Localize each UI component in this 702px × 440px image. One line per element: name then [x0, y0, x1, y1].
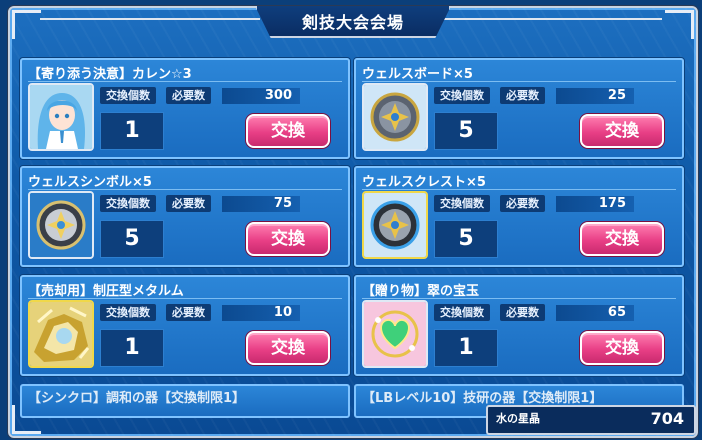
exchange-button[interactable]: 交換 [580, 222, 664, 256]
frame-corner [12, 10, 41, 39]
exchange-quantity[interactable]: 5 [434, 220, 498, 258]
frame-corner [665, 10, 694, 39]
exchange-count-label: 交換個数 [100, 87, 156, 104]
exchange-count-label: 交換個数 [434, 87, 490, 104]
item-name: 【寄り添う決意】カレン☆3 [28, 63, 342, 82]
item-name: 【贈り物】翠の宝玉 [362, 280, 676, 299]
exchange-button[interactable]: 交換 [580, 331, 664, 365]
item-name: ウェルスシンボル×5 [28, 171, 342, 190]
shop-item-card: ウェルスクレスト×5 交換個数 必要数 175 5 交換 [354, 166, 684, 267]
exchange-quantity[interactable]: 1 [434, 329, 498, 367]
required-count-label: 必要数 [166, 304, 211, 321]
shop-item-card: 【寄り添う決意】カレン☆3 交換個数 必要数 300 1 交換 [20, 58, 350, 159]
metallum-icon [28, 300, 94, 368]
exchange-count-label: 交換個数 [434, 304, 490, 321]
exchange-button[interactable]: 交換 [246, 114, 330, 148]
wealth-crest-icon [362, 191, 428, 259]
required-count-value: 10 [222, 305, 300, 321]
required-count-label: 必要数 [166, 87, 211, 104]
title-divider [40, 18, 260, 20]
exchange-button[interactable]: 交換 [246, 222, 330, 256]
required-count-value: 65 [556, 305, 634, 321]
shop-item-card: ウェルスボード×5 交換個数 必要数 25 5 交換 [354, 58, 684, 159]
required-count-value: 75 [222, 196, 300, 212]
wealth-symbol-icon [28, 191, 94, 259]
currency-label: 水の星晶 [496, 412, 540, 425]
green-jewel-icon [362, 300, 428, 368]
exchange-count-label: 交換個数 [100, 304, 156, 321]
character-portrait-icon [28, 83, 94, 151]
exchange-button[interactable]: 交換 [246, 331, 330, 365]
currency-display: 水の星晶 704 [486, 405, 696, 435]
required-count-value: 300 [222, 88, 300, 104]
required-count-label: 必要数 [500, 195, 545, 212]
required-count-value: 25 [556, 88, 634, 104]
exchange-quantity[interactable]: 1 [100, 329, 164, 367]
item-name: 【売却用】制圧型メタルム [28, 280, 342, 299]
shop-item-card: 【売却用】制圧型メタルム 交換個数 必要数 10 1 交換 [20, 275, 350, 376]
shop-item-card: 【贈り物】翠の宝玉 交換個数 必要数 65 1 交換 [354, 275, 684, 376]
currency-value: 704 [650, 409, 684, 428]
title-divider [442, 18, 662, 20]
required-count-value: 175 [556, 196, 634, 212]
shop-item-card-partial: 【シンクロ】調和の器【交換制限1】 [20, 384, 350, 418]
item-name: ウェルスボード×5 [362, 63, 676, 82]
exchange-quantity[interactable]: 1 [100, 112, 164, 150]
item-name: 【LBレベル10】技研の器【交換制限1】 [362, 391, 603, 406]
item-name: ウェルスクレスト×5 [362, 171, 676, 190]
required-count-label: 必要数 [500, 304, 545, 321]
item-name: 【シンクロ】調和の器【交換制限1】 [28, 391, 246, 406]
page-title: 剣技大会会場 [255, 6, 451, 38]
exchange-quantity[interactable]: 5 [434, 112, 498, 150]
required-count-label: 必要数 [166, 195, 211, 212]
wealth-board-icon [362, 83, 428, 151]
shop-item-card: ウェルスシンボル×5 交換個数 必要数 75 5 交換 [20, 166, 350, 267]
exchange-count-label: 交換個数 [100, 195, 156, 212]
exchange-count-label: 交換個数 [434, 195, 490, 212]
required-count-label: 必要数 [500, 87, 545, 104]
exchange-quantity[interactable]: 5 [100, 220, 164, 258]
exchange-button[interactable]: 交換 [580, 114, 664, 148]
